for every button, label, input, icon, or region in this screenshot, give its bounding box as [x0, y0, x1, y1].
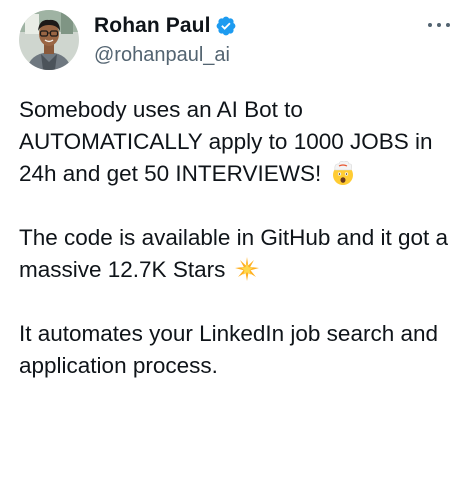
glowing-star-emoji: [234, 256, 260, 282]
tweet-text: Somebody uses an AI Bot to AUTOMATICALLY…: [19, 94, 459, 414]
tweet-paragraph: Somebody uses an AI Bot to AUTOMATICALLY…: [19, 94, 459, 190]
author-name-row: Rohan Paul: [94, 12, 237, 40]
tweet-card: Rohan Paul @rohanpaul_ai Somebody uses a…: [0, 0, 474, 480]
tweet-paragraph: The code is available in GitHub and it g…: [19, 222, 459, 286]
tweet-paragraph-text: Somebody uses an AI Bot to AUTOMATICALLY…: [19, 97, 433, 186]
verified-badge-icon[interactable]: [215, 15, 237, 37]
avatar-photo: [19, 10, 79, 70]
author-display-name[interactable]: Rohan Paul: [94, 14, 211, 38]
exploding-head-emoji: [330, 160, 356, 186]
more-options-icon[interactable]: [424, 17, 454, 33]
author-handle[interactable]: @rohanpaul_ai: [94, 44, 230, 67]
tweet-paragraph: It automates your LinkedIn job search an…: [19, 318, 459, 382]
avatar[interactable]: [19, 10, 79, 70]
tweet-paragraph-text: It automates your LinkedIn job search an…: [19, 321, 439, 378]
